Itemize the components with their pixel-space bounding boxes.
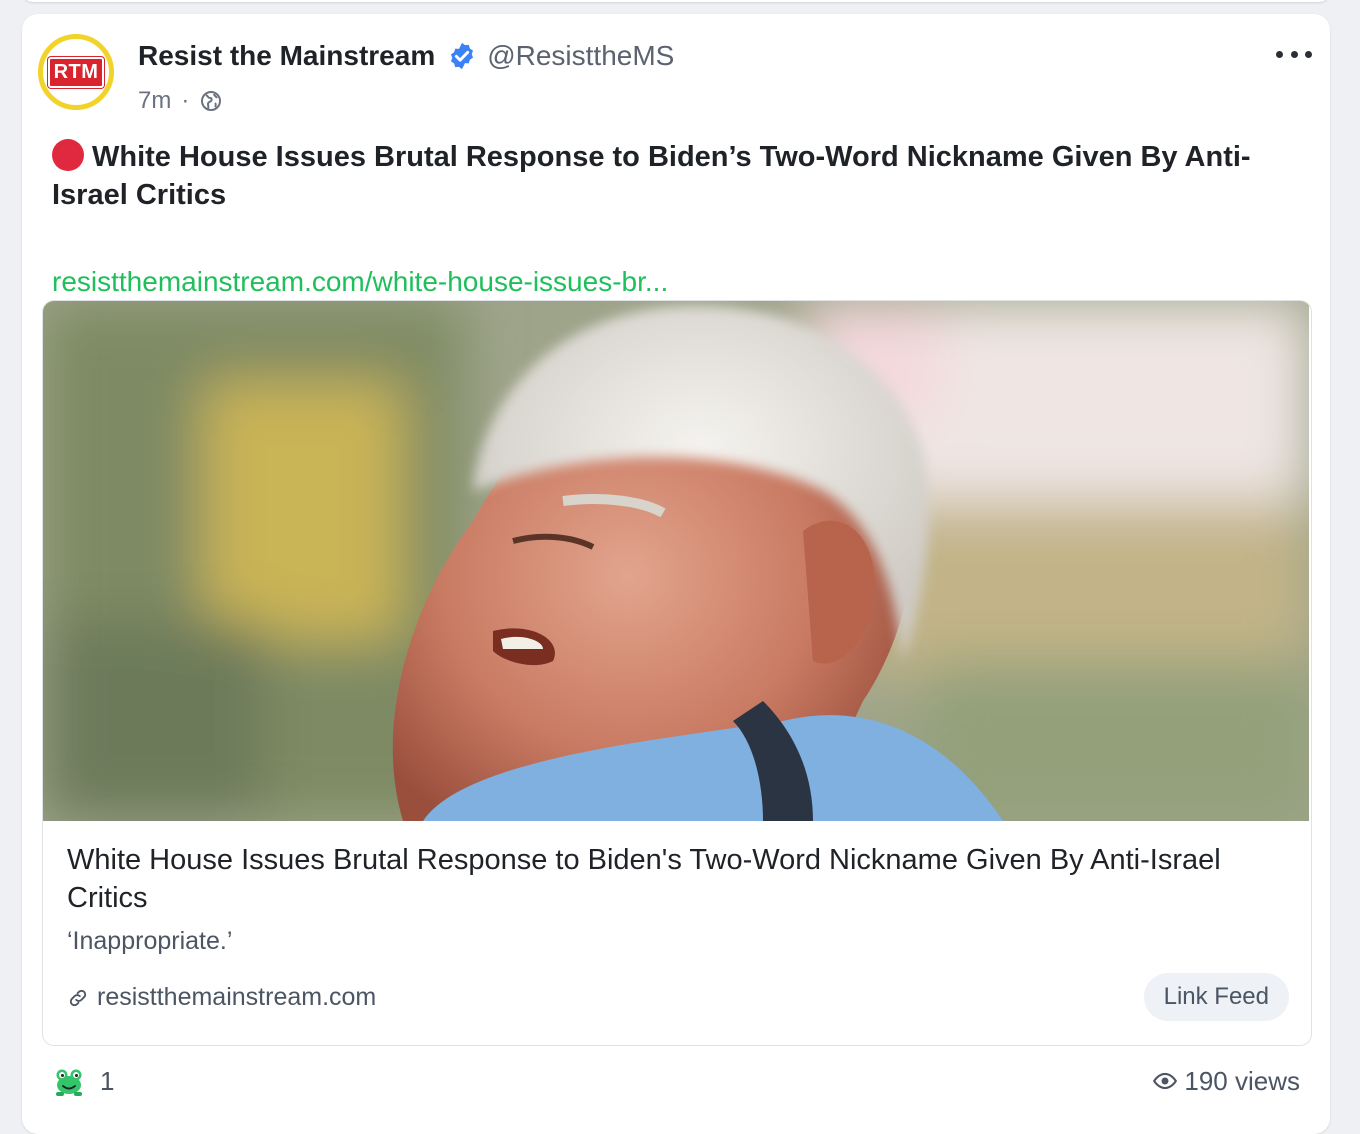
link-feed-button[interactable]: Link Feed [1143, 973, 1289, 1021]
meta-separator: · [181, 87, 190, 114]
preview-image [43, 301, 1309, 821]
previous-post-card [22, 0, 1330, 2]
verified-badge-icon [451, 42, 474, 70]
post-meta: 7m · [138, 86, 223, 116]
link-icon [69, 989, 87, 1006]
preview-domain[interactable]: resistthemainstream.com [67, 983, 376, 1012]
avatar-logo: RTM [47, 56, 105, 88]
reaction-count: 1 [100, 1065, 115, 1096]
eye-icon [1153, 1072, 1178, 1090]
more-icon-dot [1276, 50, 1283, 58]
author-handle[interactable]: @ResisttheMS [487, 40, 674, 72]
post-link[interactable]: resistthemainstream.com/white-house-issu… [52, 266, 668, 298]
post-card: RTM Resist the Mainstream @ResisttheMS 7… [22, 14, 1330, 1134]
more-icon-dot [1290, 50, 1298, 58]
more-icon-dot [1305, 50, 1312, 58]
globe-icon [201, 91, 222, 111]
preview-description: ‘Inappropriate.’ [67, 927, 233, 955]
post-text: White House Issues Brutal Response to Bi… [52, 138, 1272, 214]
views-text: 190 views [1184, 1065, 1300, 1096]
avatar[interactable]: RTM [38, 34, 114, 110]
preview-title[interactable]: White House Issues Brutal Response to Bi… [67, 841, 1267, 917]
red-circle-icon [52, 139, 84, 171]
more-options-button[interactable] [1276, 42, 1312, 66]
post-timestamp[interactable]: 7m [138, 87, 171, 115]
post-text-content: White House Issues Brutal Response to Bi… [52, 141, 1251, 211]
author-row: Resist the Mainstream @ResisttheMS [138, 38, 674, 74]
author-name[interactable]: Resist the Mainstream [138, 40, 435, 72]
view-count: 190 views [1152, 1064, 1300, 1098]
reactions[interactable]: 1 [52, 1064, 114, 1098]
link-preview-card[interactable]: White House Issues Brutal Response to Bi… [42, 300, 1312, 1046]
preview-domain-text: resistthemainstream.com [97, 983, 377, 1011]
frog-icon[interactable] [52, 1064, 86, 1098]
